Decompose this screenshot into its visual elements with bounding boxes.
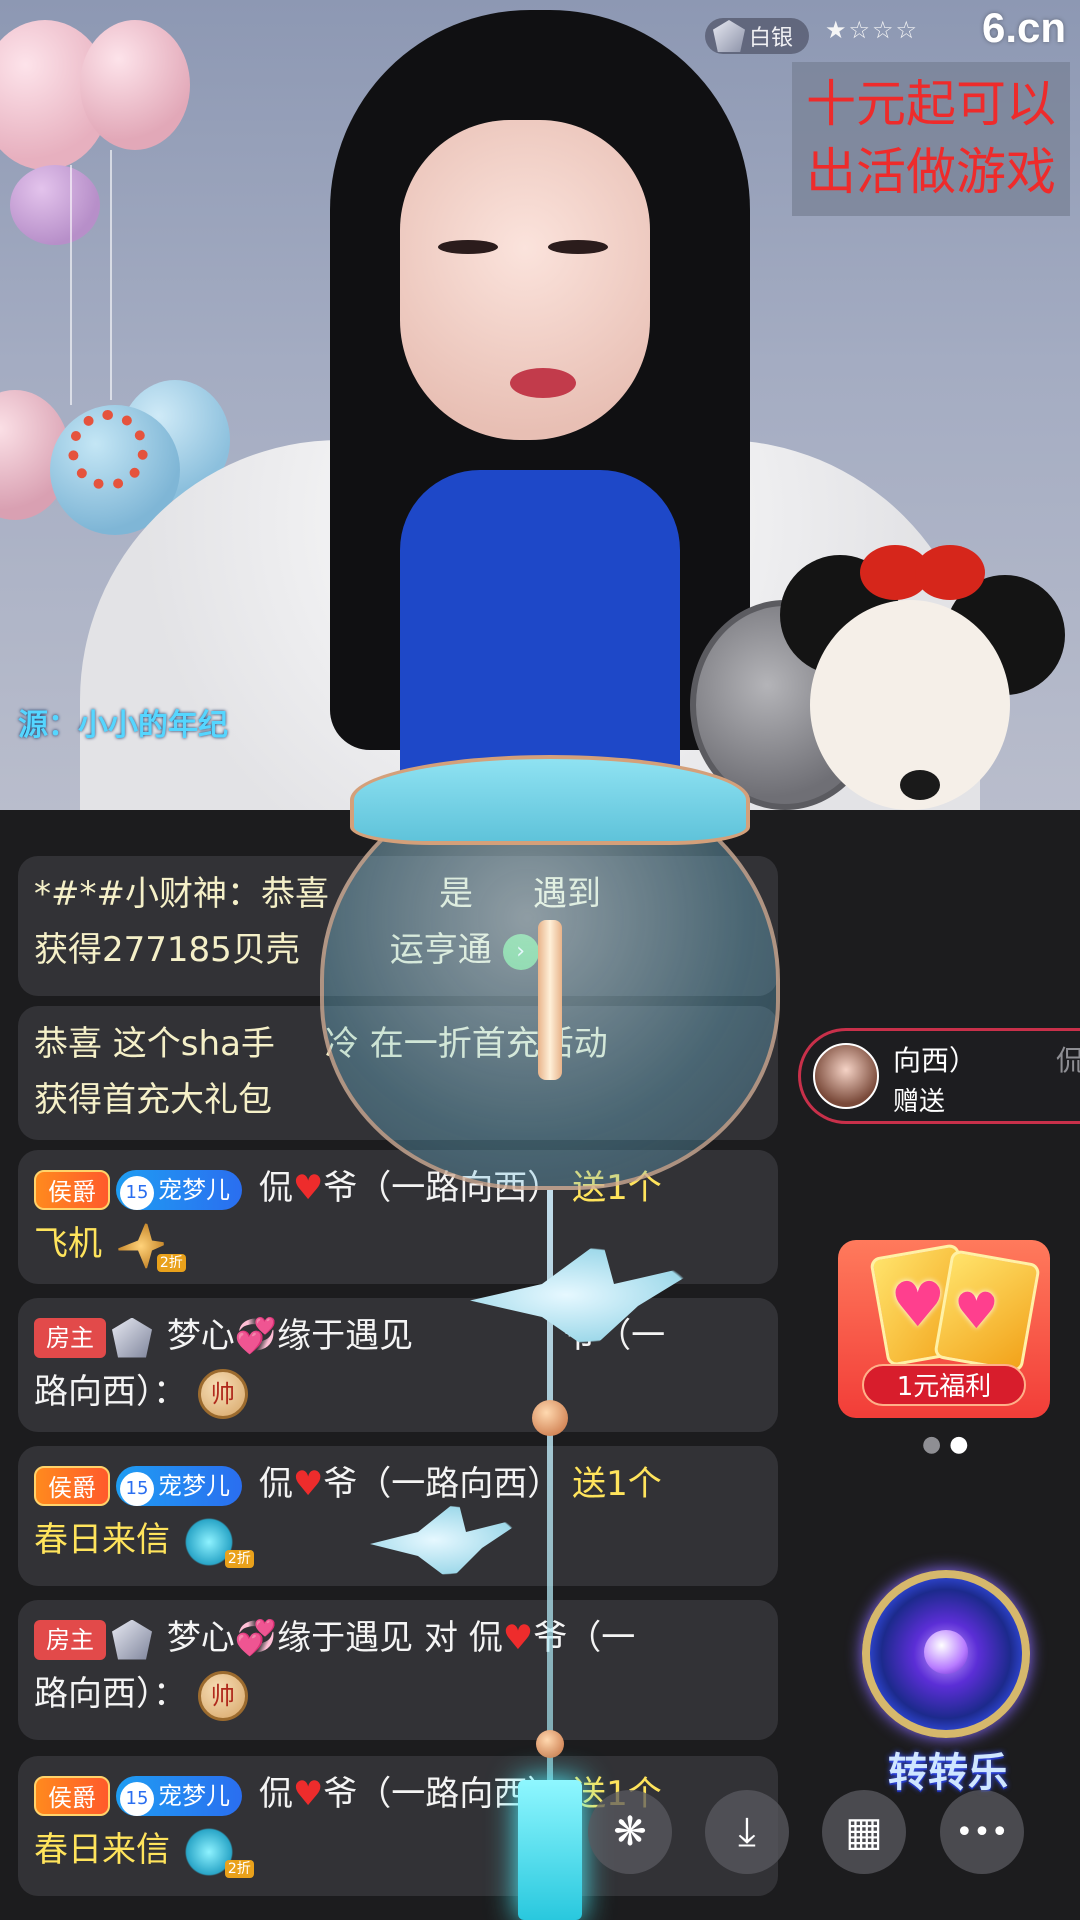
noble-badge: 侯爵 — [34, 1465, 110, 1506]
live-video[interactable]: 白银 ★☆☆☆ 6.cn 十元起可以 出活做游戏 源：小小的年纪 — [0, 0, 1080, 810]
heart-icon: ♥ — [890, 1268, 946, 1341]
promo-line-1: 十元起可以 — [806, 75, 1056, 133]
balloon-string — [70, 165, 72, 405]
rank-label: 白银 — [749, 26, 794, 51]
noble-badge: 侯爵 — [34, 1775, 110, 1816]
chat-message-text[interactable]: 房主 梦心💞缘于遇见 爷（一 路向西）： 帅 — [18, 1298, 778, 1432]
heart-icon: ♥ — [292, 1774, 324, 1814]
heart-icon: 💞 — [234, 1316, 278, 1356]
sender-name-next: 侃 — [1056, 1044, 1080, 1077]
host-badge: 房主 — [34, 1317, 106, 1358]
rank-emblem-icon — [112, 1619, 152, 1660]
promo-banner: 十元起可以 出活做游戏 — [792, 62, 1070, 216]
noble-badge: 侯爵 — [34, 1169, 110, 1210]
chat-username[interactable]: 侃 — [259, 1464, 293, 1504]
sender-name: 向西） — [893, 1044, 978, 1077]
download-icon: ⤓ — [738, 1809, 756, 1855]
rank-emblem-icon — [112, 1317, 152, 1358]
fan-badge: 15 宠梦儿 — [116, 1465, 242, 1506]
spin-orb-icon — [924, 1630, 968, 1674]
chat-message-system: 恭喜 这个sha手冷 在一折首充活动 获得首充大礼包 — [18, 1006, 778, 1140]
balloon-decoration — [68, 410, 148, 490]
plush-nose — [900, 770, 940, 800]
gift-name: 飞机 — [34, 1224, 102, 1264]
heart-icon: ♥ — [292, 1464, 324, 1504]
balloon-string — [110, 150, 112, 400]
chat-username[interactable]: 侃 — [259, 1168, 293, 1208]
chat-username[interactable]: 梦心 — [167, 1316, 235, 1356]
chess-piece-icon: 帅 — [197, 1670, 248, 1721]
plush-bow — [915, 545, 985, 600]
streamer-eye — [438, 240, 498, 254]
spin-wheel-label[interactable]: 转转乐 — [848, 1740, 1048, 1798]
heart-icon: ♥ — [954, 1282, 999, 1340]
fan-level: 15 — [120, 1781, 154, 1816]
streamer-sweater — [400, 470, 680, 810]
gift-name: 春日来信 — [34, 1520, 170, 1560]
gift-name: 春日来信 — [34, 1830, 170, 1870]
chevron-right-icon[interactable]: › — [502, 933, 539, 970]
grid-icon: ▦ — [845, 1809, 883, 1855]
fan-level: 15 — [120, 1471, 154, 1506]
promo-line-2: 出活做游戏 — [806, 143, 1056, 201]
rank-emblem-icon — [713, 20, 745, 52]
fan-level: 15 — [120, 1175, 154, 1210]
sparkle-icon: ❋ — [613, 1809, 647, 1855]
gift-notification[interactable]: 向西） 侃 赠送 — [798, 1028, 1080, 1124]
apps-button[interactable]: ▦ — [822, 1790, 906, 1874]
avatar[interactable] — [813, 1043, 879, 1109]
gift-action: 赠送 — [893, 1087, 946, 1117]
download-button[interactable]: ⤓ — [705, 1790, 789, 1874]
more-icon: ••• — [955, 1814, 1009, 1850]
chess-piece-icon: 帅 — [197, 1368, 248, 1419]
rank-stars: ★☆☆☆ — [825, 16, 920, 44]
more-button[interactable]: ••• — [940, 1790, 1024, 1874]
anchor-rank-badge[interactable]: 白银 — [705, 18, 810, 54]
fan-badge: 15 宠梦儿 — [116, 1775, 242, 1816]
site-logo: 6.cn — [982, 4, 1067, 51]
balloon — [80, 20, 190, 150]
chat-username[interactable]: 梦心 — [167, 1618, 235, 1658]
streamer-eye — [548, 240, 608, 254]
heart-icon: ♥ — [502, 1618, 534, 1658]
welfare-promo-card[interactable]: ♥ ♥ 1元福利 — [838, 1240, 1050, 1418]
balloon — [10, 165, 100, 245]
streamer-lips — [510, 368, 576, 398]
chat-username[interactable]: 侃 — [259, 1774, 293, 1814]
heart-icon: 💞 — [234, 1618, 278, 1658]
chat-list[interactable]: *#*#小财神：恭喜是遇到 获得277185贝壳 运亨通 › 恭喜 这个sha手冷… — [0, 810, 800, 1920]
chat-message-gift[interactable]: 侯爵 15 宠梦儿 侃♥爷（一路向西） 送1个 飞机 2折 — [18, 1150, 778, 1284]
heart-icon: ♥ — [292, 1168, 324, 1208]
video-source-label: 源：小小的年纪 — [18, 708, 228, 743]
share-button[interactable]: ❋ — [588, 1790, 672, 1874]
host-badge: 房主 — [34, 1619, 106, 1660]
chat-message-text[interactable]: 房主 梦心💞缘于遇见 对 侃♥爷（一 路向西）： 帅 — [18, 1600, 778, 1740]
chat-message-system: *#*#小财神：恭喜是遇到 获得277185贝壳 运亨通 › — [18, 856, 778, 996]
fan-badge: 15 宠梦儿 — [116, 1169, 242, 1210]
chat-message-gift[interactable]: 侯爵15宠梦儿 侃♥爷（一路向西） 送1个 春日来信 2折 — [18, 1446, 778, 1586]
carousel-indicator: ●● — [922, 1432, 977, 1457]
welfare-label: 1元福利 — [862, 1364, 1026, 1406]
